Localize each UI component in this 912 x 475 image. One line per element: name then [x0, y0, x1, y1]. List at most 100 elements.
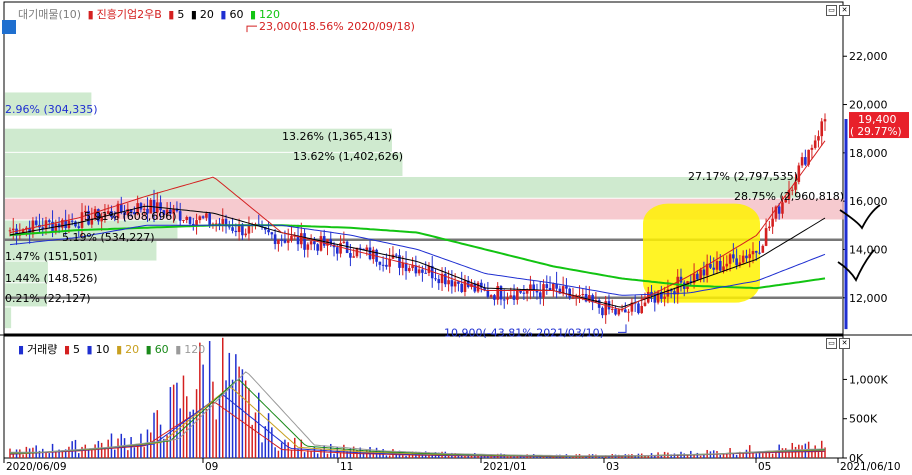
- candle-body: [205, 213, 208, 218]
- volume-profile-label: 1.47% (151,501): [5, 250, 98, 263]
- panel-corner-icon: [2, 20, 16, 34]
- candle-body: [817, 136, 820, 141]
- candle-body: [715, 260, 719, 270]
- stock-chart: 22,000 20,000 18,000 16,000 14,000 12,000 1,00…: [0, 1, 912, 473]
- legend-item: ▮: [175, 343, 182, 356]
- candle-body: [457, 281, 460, 284]
- volume-ma-line: [9, 401, 826, 458]
- candle-body: [139, 203, 143, 210]
- y-tick-label: 500K: [849, 413, 878, 426]
- candle-body: [640, 305, 644, 314]
- candle-body: [764, 228, 768, 246]
- legend-item: 대기매물(10): [18, 8, 82, 21]
- candle-body: [506, 297, 509, 300]
- candle-body: [185, 217, 189, 221]
- price-legend: 대기매물(10) ▮ 진흥기업2우B ▮ 5 ▮ 20 ▮ 60 ▮ 120: [18, 6, 283, 22]
- x-tick-label: 03: [606, 461, 619, 473]
- volume-panel-minimize-button[interactable]: ▭: [826, 338, 837, 349]
- candle-body: [280, 239, 283, 241]
- y-tick-label: 16,000: [849, 195, 888, 208]
- candle-body: [781, 202, 784, 214]
- candle-body: [306, 244, 310, 250]
- x-tick-label: 09: [205, 461, 218, 473]
- candle-body: [463, 280, 467, 292]
- candle-body: [290, 235, 293, 241]
- candle-body: [316, 244, 319, 251]
- legend-item: 60: [154, 343, 169, 356]
- volume-profile-label: 27.17% (2,797,535): [688, 170, 798, 183]
- y-tick-label: 12,000: [849, 292, 888, 305]
- price-panel-close-button[interactable]: ✕: [839, 5, 850, 16]
- candle-body: [286, 240, 290, 243]
- candle-body: [676, 276, 680, 295]
- candle-body: [748, 254, 752, 259]
- candle-body: [345, 241, 349, 254]
- legend-item: ▮: [190, 8, 197, 21]
- x-tick-label: 2021/01: [483, 461, 527, 473]
- legend-item: 60: [229, 8, 244, 21]
- legend-item: 거래량: [27, 343, 58, 356]
- legend-item: 120: [259, 8, 281, 21]
- candle-body: [195, 220, 198, 226]
- candle-body: [722, 266, 725, 271]
- candle-body: [198, 216, 202, 221]
- candle-body: [754, 251, 758, 253]
- volume-panel-close-button[interactable]: ✕: [839, 338, 850, 349]
- candle-body: [545, 284, 549, 289]
- candle-body: [637, 303, 640, 314]
- candle-body: [489, 295, 493, 297]
- candle-body: [617, 309, 621, 315]
- candle-body: [493, 295, 496, 300]
- candle-body: [565, 286, 568, 289]
- volume-legend: ▮ 거래량 ▮ 5 ▮ 10 ▮ 20 ▮ 60 ▮ 120: [18, 341, 208, 357]
- candle-body: [394, 254, 398, 256]
- current-price-label: 19,400: [858, 113, 897, 126]
- candle-body: [751, 251, 755, 255]
- candle-body: [434, 278, 437, 280]
- legend-item: 20: [125, 343, 140, 356]
- candle-body: [234, 230, 238, 233]
- price-panel-minimize-button[interactable]: ▭: [826, 5, 837, 16]
- candle-body: [381, 264, 385, 266]
- candle-body: [182, 220, 185, 222]
- candle-body: [221, 219, 225, 226]
- legend-item: 진흥기업2우B: [96, 8, 162, 21]
- volume-profile-label: 28.75% (2,960,818): [734, 190, 844, 203]
- candle-body: [712, 267, 716, 270]
- x-tick-label: 2021/06/10: [840, 461, 901, 473]
- legend-item: 120: [184, 343, 206, 356]
- x-tick-label: 2020/06/09: [6, 461, 67, 473]
- candle-body: [8, 230, 12, 232]
- candle-body: [336, 247, 339, 254]
- legend-item: ▮: [145, 343, 152, 356]
- candle-body: [601, 307, 604, 316]
- candle-body: [643, 302, 647, 306]
- legend-item: ▮: [63, 343, 70, 356]
- candle-body: [718, 260, 722, 271]
- volume-profile-label: 5.19% (534,227): [62, 231, 155, 244]
- candle-body: [227, 226, 231, 228]
- legend-item: ▮: [87, 8, 94, 21]
- candle-body: [538, 292, 542, 298]
- candle-body: [610, 308, 614, 310]
- volume-profile-label: 13.26% (1,365,413): [282, 130, 392, 143]
- candle-body: [614, 308, 617, 315]
- volume-profile-label: 5.91% (608,696): [84, 210, 177, 223]
- legend-item: 10: [95, 343, 110, 356]
- volume-profile-label: 0.21% (22,127): [5, 292, 91, 305]
- candle-body: [450, 280, 454, 287]
- candle-body: [408, 268, 411, 272]
- candle-body: [247, 225, 251, 234]
- legend-item: ▮: [116, 343, 123, 356]
- candle-body: [627, 311, 630, 313]
- volume-ma-line: [10, 371, 826, 457]
- candle-body: [771, 218, 774, 227]
- candle-body: [745, 255, 748, 259]
- y-tick-label: 14,000: [849, 243, 888, 256]
- candle-body: [663, 296, 666, 299]
- candle-body: [303, 233, 306, 250]
- candle-body: [525, 290, 529, 294]
- candle-body: [385, 264, 388, 267]
- candle-body: [342, 241, 346, 243]
- legend-item: ▮: [86, 343, 93, 356]
